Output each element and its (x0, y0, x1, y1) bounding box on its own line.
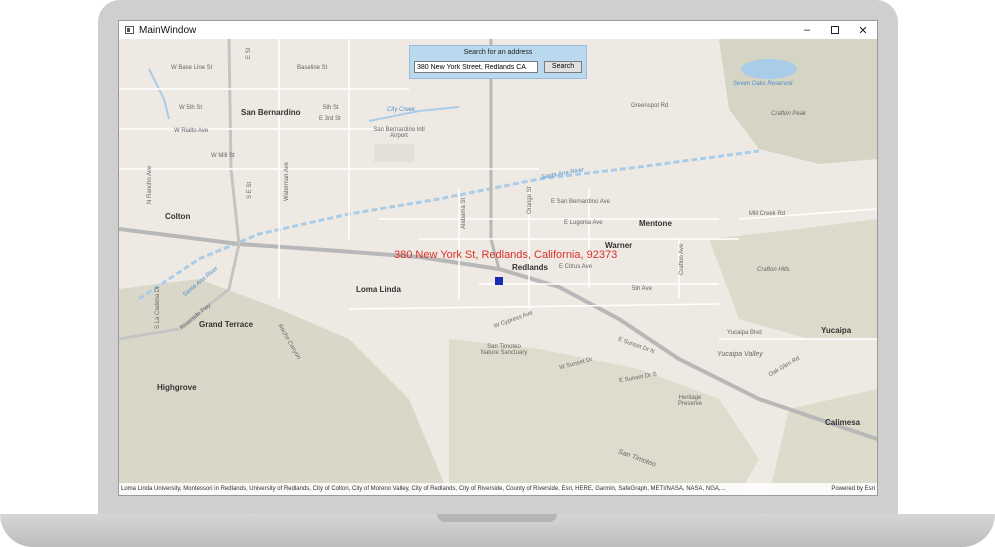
search-panel: Search for an address Search (409, 45, 587, 79)
city-label-loma-linda: Loma Linda (356, 285, 401, 294)
road-label: Crafton Ave (679, 243, 685, 275)
road-label: E St (246, 47, 252, 59)
road-label: 5th Ave (632, 286, 652, 292)
city-label-calimesa: Calimesa (825, 418, 861, 427)
app-icon (125, 26, 134, 34)
road-label: E Lugonia Ave (564, 220, 603, 226)
title-bar[interactable]: MainWindow – ✕ (119, 21, 877, 39)
address-search-input[interactable] (414, 61, 538, 73)
road-label: Yucaipa Blvd (727, 330, 762, 336)
mountain-terrain-ne (719, 39, 877, 164)
city-label-yucaipa: Yucaipa (821, 326, 852, 335)
water-label: City Creek (387, 107, 416, 113)
powered-by-esri[interactable]: Powered by Esri (831, 483, 875, 495)
road-label: S La Cadena Dr (155, 285, 161, 329)
place-label-crafton-hills: Crafton Hills (757, 267, 790, 273)
road-label: Mill Creek Rd (749, 211, 786, 217)
search-button[interactable]: Search (544, 61, 582, 73)
maximize-icon (831, 26, 839, 34)
city-label-highgrove: Highgrove (157, 383, 197, 392)
search-title: Search for an address (463, 49, 533, 56)
close-button[interactable]: ✕ (849, 21, 877, 39)
city-label-redlands: Redlands (512, 263, 549, 272)
road-label: W Rialto Ave (174, 128, 209, 134)
interstate-215 (227, 39, 241, 245)
road-label: S E St (247, 181, 253, 199)
attribution-text: Loma Linda University, Montessori in Red… (121, 486, 726, 492)
road-label: E San Bernardino Ave (551, 199, 610, 205)
road-label: Orange St (527, 186, 533, 214)
laptop-base (0, 514, 995, 547)
airport-area (374, 144, 414, 162)
main-window: MainWindow – ✕ San Bernardino Colton Lom… (118, 20, 878, 496)
city-label-colton: Colton (165, 212, 191, 221)
location-marker[interactable] (495, 277, 503, 285)
road-label: W Base Line St (171, 65, 213, 71)
road-label: Waterman Ave (284, 161, 290, 201)
crafton-hills-terrain (709, 219, 877, 339)
seven-oaks-reservoir (741, 59, 797, 79)
window-controls: – ✕ (793, 21, 877, 39)
hills-terrain-se (769, 389, 877, 495)
water-label: Seven Oaks Reservoir (733, 81, 794, 87)
road-label: W Mill St (211, 153, 235, 159)
road-label: E Citrus Ave (559, 264, 592, 270)
city-label-grand-terrace: Grand Terrace (199, 320, 254, 329)
creek-west (148, 68, 170, 120)
attribution-bar: Loma Linda University, Montessori in Red… (119, 483, 877, 495)
window-title: MainWindow (139, 24, 197, 36)
minimize-button[interactable]: – (793, 21, 821, 39)
road-label: Baseline St (297, 65, 328, 71)
place-label-yucaipa-valley: Yucaipa Valley (717, 351, 763, 358)
place-label-crafton-peak: Crafton Peak (771, 111, 807, 117)
road-label: E 3rd St (319, 116, 341, 122)
place-label-sanctuary: San Timoteo Nature Sanctuary (480, 344, 528, 356)
road-label: 5th St (323, 105, 339, 111)
hills-terrain-s (449, 339, 759, 495)
road-label: W 5th St (179, 105, 203, 111)
road-label: N Rancho Ave (147, 165, 153, 204)
place-label-heritage-preserve: Heritage Preserve (677, 395, 702, 407)
city-label-san-bernardino: San Bernardino (241, 108, 301, 117)
geocode-result-label: 380 New York St, Redlands, California, 9… (394, 249, 618, 261)
laptop-notch (437, 514, 557, 522)
maximize-button[interactable] (821, 21, 849, 39)
road-label: Greenspot Rd (631, 103, 669, 109)
city-label-mentone: Mentone (639, 219, 672, 228)
map-view[interactable]: San Bernardino Colton Loma Linda Redland… (119, 39, 877, 495)
place-label-airport: San Bernardino Intl Airport (373, 127, 425, 139)
road-label: Alabama St (461, 197, 467, 229)
